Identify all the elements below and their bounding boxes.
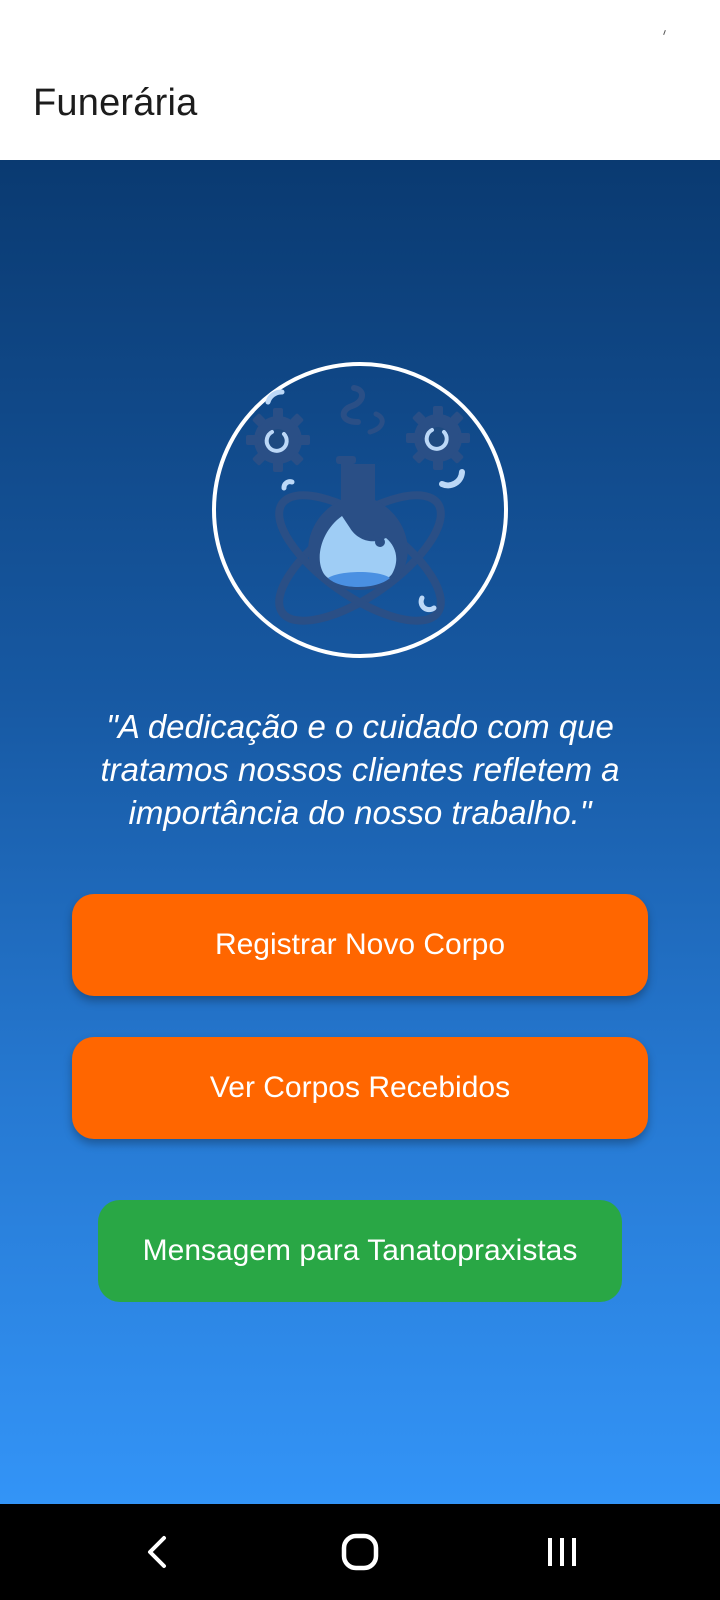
recent-apps-icon — [548, 1538, 576, 1566]
message-embalmers-button[interactable]: Mensagem para Tanatopraxistas — [98, 1200, 622, 1302]
recent-apps-button[interactable] — [532, 1522, 592, 1582]
back-button[interactable] — [128, 1522, 188, 1582]
status-bar — [0, 0, 720, 60]
system-navigation-bar — [0, 1504, 720, 1600]
back-chevron-icon — [148, 1536, 166, 1568]
motivational-quote: "A dedicação e o cuidado com que tratamo… — [100, 708, 620, 831]
view-received-bodies-button[interactable]: Ver Corpos Recebidos — [72, 1037, 648, 1139]
status-indicator — [663, 29, 666, 36]
home-button[interactable] — [330, 1522, 390, 1582]
register-new-body-button[interactable]: Registrar Novo Corpo — [72, 894, 648, 996]
home-icon — [341, 1533, 379, 1571]
chemistry-flask-gears-icon — [210, 360, 510, 660]
app-title: Funerária — [33, 82, 198, 124]
main-content: "A dedicação e o cuidado com que tratamo… — [0, 160, 720, 1504]
app-bar: Funerária — [0, 60, 720, 160]
